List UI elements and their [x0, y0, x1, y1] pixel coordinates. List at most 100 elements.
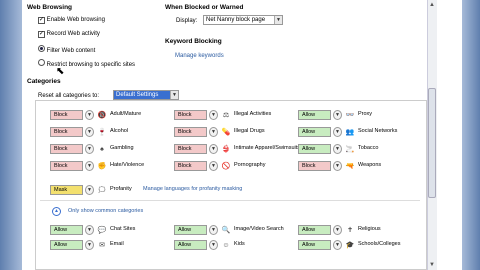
- category-state-select[interactable]: Allow: [298, 144, 331, 154]
- reset-categories-select[interactable]: Default Settings ▼: [113, 90, 179, 100]
- only-show-common-link[interactable]: Only show common categories: [68, 208, 143, 215]
- categories-heading: Categories: [27, 78, 61, 85]
- profanity-state-select[interactable]: Mask: [50, 185, 83, 195]
- category-label: Proxy: [358, 111, 373, 117]
- category-label: Illegal Activities: [234, 111, 272, 117]
- category-label: Adult/Mature: [110, 111, 142, 117]
- chevron-down-icon[interactable]: ▼: [209, 110, 218, 120]
- category-state-select[interactable]: Block: [174, 110, 207, 120]
- reset-categories-label: Reset all categories to:: [38, 93, 100, 99]
- category-state-select[interactable]: Block: [50, 161, 83, 171]
- category-label: Weapons: [358, 162, 382, 168]
- chevron-down-icon[interactable]: ▼: [209, 127, 218, 137]
- category-state-select[interactable]: Block: [174, 144, 207, 154]
- schools-colleges-icon: 🎓: [345, 242, 355, 249]
- chevron-down-icon[interactable]: ▼: [333, 144, 342, 154]
- chevron-down-icon[interactable]: ▼: [209, 240, 218, 250]
- chevron-down-icon[interactable]: ▼: [85, 110, 94, 120]
- chevron-down-icon[interactable]: ▼: [85, 161, 94, 171]
- tobacco-icon: 🚬: [345, 146, 355, 153]
- category-label: Email: [110, 241, 124, 247]
- weapons-icon: 🔫: [345, 163, 355, 170]
- illegal-drugs-icon: 💊: [221, 129, 231, 136]
- restrict-browsing-radio[interactable]: Restrict browsing to specific sites: [38, 59, 135, 68]
- category-state-select[interactable]: Allow: [174, 240, 207, 250]
- intimate-apparel-icon: 👙: [221, 146, 231, 153]
- category-label: Religious: [358, 226, 381, 232]
- chevron-down-icon[interactable]: ▼: [333, 161, 342, 171]
- category-state-select[interactable]: Block: [298, 161, 331, 171]
- chevron-down-icon[interactable]: ▼: [85, 127, 94, 137]
- enable-web-browsing-checkbox[interactable]: ✓ Enable Web browsing: [38, 17, 105, 24]
- category-state-select[interactable]: Allow: [174, 225, 207, 235]
- kids-icon: ☺: [222, 242, 230, 249]
- blocked-heading: When Blocked or Warned: [165, 4, 244, 11]
- chevron-down-icon[interactable]: ▼: [333, 225, 342, 235]
- chat-sites-icon: 💬: [97, 227, 107, 234]
- category-state-select[interactable]: Allow: [298, 127, 331, 137]
- chevron-down-icon[interactable]: ▼: [85, 240, 94, 250]
- category-state-select[interactable]: Block: [174, 161, 207, 171]
- chevron-down-icon[interactable]: ▼: [209, 144, 218, 154]
- category-label: Chat Sites: [110, 226, 136, 232]
- record-web-activity-checkbox[interactable]: ✓ Record Web activity: [38, 31, 100, 38]
- category-label: Gambling: [110, 145, 134, 151]
- check-icon: ✓: [38, 17, 45, 24]
- category-state-select[interactable]: Block: [174, 127, 207, 137]
- category-label: Pornography: [234, 162, 266, 168]
- category-state-select[interactable]: Block: [50, 110, 83, 120]
- chevron-down-icon[interactable]: ▼: [209, 161, 218, 171]
- chevron-down-icon: ▼: [170, 91, 178, 99]
- collapse-icon[interactable]: ▲: [52, 207, 61, 216]
- category-label: Tobacco: [358, 145, 379, 151]
- category-state-select[interactable]: Allow: [298, 110, 331, 120]
- radio-unselected-icon: [38, 59, 45, 66]
- category-state-select[interactable]: Allow: [50, 225, 83, 235]
- radio-selected-icon: [38, 45, 45, 52]
- chevron-down-icon[interactable]: ▼: [85, 225, 94, 235]
- window-frame-left: [0, 0, 22, 270]
- chevron-down-icon: ▼: [274, 16, 282, 24]
- chevron-down-icon[interactable]: ▼: [85, 144, 94, 154]
- pornography-icon: 🚫: [221, 163, 231, 170]
- religious-icon: ✝: [347, 227, 353, 234]
- category-label: Intimate Apparel/Swimsuits: [234, 145, 301, 151]
- chevron-down-icon[interactable]: ▼: [209, 225, 218, 235]
- proxy-icon: 👓: [345, 112, 355, 119]
- category-label: Schools/Colleges: [358, 241, 401, 247]
- category-state-select[interactable]: Block: [50, 144, 83, 154]
- alcohol-icon: 🍷: [97, 129, 107, 136]
- category-label: Kids: [234, 241, 245, 247]
- chevron-down-icon[interactable]: ▼: [333, 127, 342, 137]
- category-label: Alcohol: [110, 128, 129, 134]
- record-web-activity-label: Record Web activity: [46, 31, 100, 37]
- category-label: Hate/Violence: [110, 162, 145, 168]
- category-label: Social Networks: [358, 128, 398, 134]
- reset-categories-value: Default Settings: [116, 92, 159, 98]
- chevron-down-icon[interactable]: ▼: [333, 110, 342, 120]
- category-state-select[interactable]: Block: [50, 127, 83, 137]
- display-label: Display:: [176, 18, 198, 24]
- scroll-down-icon[interactable]: ▼: [428, 261, 436, 269]
- enable-web-browsing-label: Enable Web browsing: [46, 17, 105, 23]
- divider: [40, 200, 420, 201]
- profanity-label: Profanity: [110, 186, 132, 192]
- category-state-select[interactable]: Allow: [50, 240, 83, 250]
- manage-keywords-link[interactable]: Manage keywords: [175, 53, 224, 59]
- category-state-select[interactable]: Allow: [298, 225, 331, 235]
- email-icon: ✉: [99, 242, 105, 249]
- image-video-search-icon: 🔍: [221, 227, 231, 234]
- category-state-select[interactable]: Allow: [298, 240, 331, 250]
- category-label: Illegal Drugs: [234, 128, 265, 134]
- profanity-icon: 🗯: [97, 187, 107, 194]
- chevron-down-icon[interactable]: ▼: [85, 185, 94, 195]
- display-select[interactable]: Net Nanny block page ▼: [203, 15, 283, 25]
- adult-mature-icon: 🔞: [97, 112, 107, 119]
- manage-languages-link[interactable]: Manage languages for profanity masking: [143, 186, 242, 193]
- filter-web-content-label: Filter Web content: [46, 48, 96, 54]
- scroll-up-icon[interactable]: ▲: [428, 1, 436, 9]
- scrollbar-thumb[interactable]: [428, 88, 436, 198]
- chevron-down-icon[interactable]: ▼: [333, 240, 342, 250]
- keyword-blocking-heading: Keyword Blocking: [165, 38, 222, 45]
- filter-web-content-radio[interactable]: Filter Web content: [38, 45, 95, 54]
